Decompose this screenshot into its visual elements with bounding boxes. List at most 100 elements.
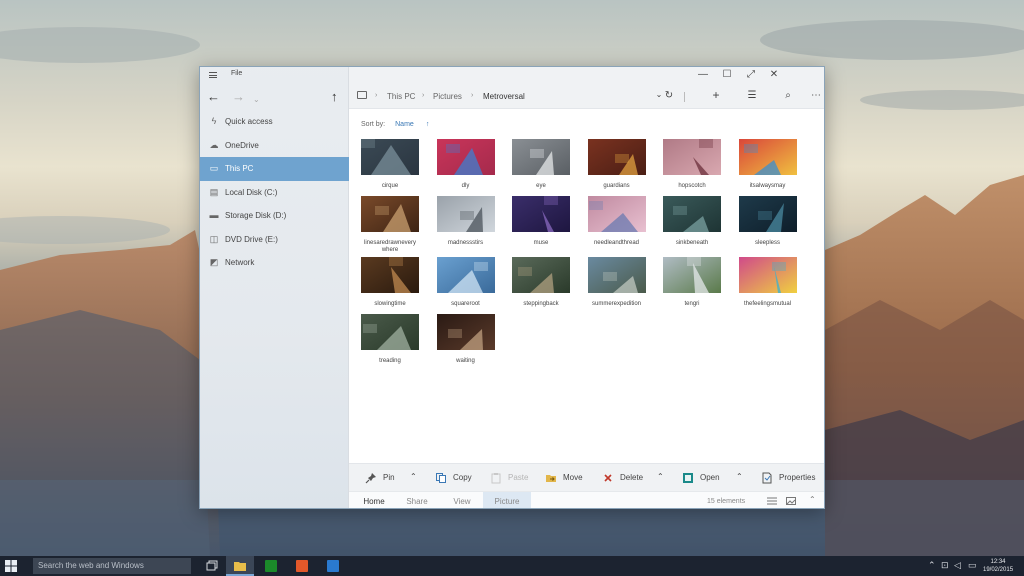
file-explorer-window: File ← → ⌄ ↑ ϟ Quick access ☁ OneDrive ▭ This… [199, 66, 825, 509]
collapse-chevron-icon[interactable]: ⌃ [736, 472, 743, 481]
nav-item-network[interactable]: ◩ Network [200, 251, 349, 275]
search-icon[interactable]: ⌕ [781, 90, 795, 101]
image-thumbnail [663, 196, 721, 232]
close-button[interactable]: ✕ [767, 69, 781, 80]
file-name: itsalwaysmay [749, 183, 786, 189]
file-item[interactable]: guardians [587, 139, 646, 191]
file-name: madnessstirs [447, 240, 484, 246]
forward-arrow-icon[interactable]: → [232, 89, 245, 105]
nav-item-label: OneDrive [225, 140, 259, 150]
taskbar-search-input[interactable]: Search the web and Windows [33, 558, 191, 574]
back-arrow-icon[interactable]: ← [207, 89, 220, 105]
calculator-icon [327, 560, 339, 572]
file-item[interactable]: hopscotch [663, 139, 721, 191]
file-item[interactable]: steppingback [512, 257, 570, 309]
nav-item-onedrive[interactable]: ☁ OneDrive [200, 134, 349, 158]
pin-icon [365, 473, 376, 484]
tab-view[interactable]: View [441, 492, 483, 508]
address-bar[interactable]: › This PC › Pictures › Metroversal ⌄ ↻ +… [349, 85, 824, 109]
more-options-icon[interactable]: ⋯ [809, 90, 823, 101]
file-item[interactable]: waiting [436, 314, 495, 366]
paste-label: Paste [508, 473, 529, 482]
task-view-button[interactable] [198, 556, 226, 576]
music-taskbar-button[interactable] [288, 556, 316, 576]
thumbnail-view-icon[interactable] [786, 497, 796, 505]
file-item[interactable]: itsalwaysmay [738, 139, 797, 191]
file-name: sinkbeneath [675, 240, 709, 246]
sort-field-button[interactable]: Name [395, 121, 414, 128]
delete-button[interactable]: Delete [602, 470, 643, 486]
nav-item-this-pc[interactable]: ▭ This PC [200, 157, 349, 181]
pin-button[interactable]: Pin [365, 470, 395, 486]
file-explorer-taskbar-button[interactable] [226, 556, 254, 576]
tab-share[interactable]: Share [396, 492, 438, 508]
network-icon: ◩ [209, 257, 219, 267]
file-item[interactable]: squareroot [436, 257, 495, 309]
breadcrumb-pictures[interactable]: Pictures [433, 92, 462, 101]
taskbar: Search the web and Windows ⌃ ⊡ ◁ ▭ 12:34… [0, 556, 1024, 576]
file-name: sleepless [754, 240, 780, 246]
nav-item-local-disk-c[interactable]: ▤ Local Disk (C:) [200, 181, 349, 205]
breadcrumb-separator-icon: › [375, 92, 378, 99]
nav-item-quick-access[interactable]: ϟ Quick access [200, 110, 349, 134]
move-button[interactable]: Move [545, 470, 583, 486]
tab-picture[interactable]: Picture [483, 492, 531, 508]
system-clock[interactable]: 12:34 19/02/2015 [983, 558, 1013, 574]
file-item[interactable]: thefeelingsmutual [738, 257, 797, 309]
task-view-icon [206, 560, 218, 571]
tab-home[interactable]: Home [354, 492, 394, 508]
image-thumbnail [512, 196, 570, 232]
network-icon[interactable]: ⊡ [941, 560, 949, 571]
file-item[interactable]: muse [512, 196, 570, 248]
show-hidden-icons-chevron-icon[interactable]: ⌃ [928, 560, 936, 571]
file-item[interactable]: summerexpedition [587, 257, 646, 309]
file-item[interactable]: eye [512, 139, 570, 191]
calculator-taskbar-button[interactable] [319, 556, 347, 576]
up-arrow-icon[interactable]: ↑ [331, 89, 338, 105]
minimize-button[interactable]: — [696, 69, 710, 80]
breadcrumb-this-pc[interactable]: This PC [387, 92, 415, 101]
action-center-icon[interactable]: ▭ [968, 560, 977, 571]
navigation-list: ϟ Quick access ☁ OneDrive ▭ This PC ▤ Local Dis… [200, 110, 349, 275]
breadcrumb-metroversal[interactable]: Metroversal [483, 92, 525, 101]
open-button[interactable]: Open [682, 470, 720, 486]
nav-item-dvd-drive-e[interactable]: ◫ DVD Drive (E:) [200, 228, 349, 252]
copy-button[interactable]: Copy [435, 470, 472, 486]
fullscreen-button[interactable]: ⤢ [744, 69, 758, 80]
file-item[interactable]: slowingtime [361, 257, 419, 309]
file-item[interactable]: linesaredrawnevery where [361, 196, 419, 253]
file-item[interactable]: cirque [361, 139, 419, 191]
file-item[interactable]: needleandthread [587, 196, 646, 248]
maximize-button[interactable]: ☐ [720, 69, 734, 80]
item-count: 15 elements [707, 498, 746, 505]
paste-button[interactable]: Paste [490, 470, 528, 486]
nav-item-label: Storage Disk (D:) [225, 211, 287, 220]
image-thumbnail [436, 196, 495, 232]
breadcrumb-separator-icon: › [471, 92, 474, 99]
file-item[interactable]: treading [361, 314, 419, 366]
file-item[interactable]: madnessstirs [436, 196, 495, 248]
file-menu[interactable]: File [231, 70, 242, 77]
collapse-ribbon-chevron-icon[interactable]: ⌃ [809, 495, 816, 504]
command-ribbon: Pin ⌃ Copy Paste Move Delete ⌃ Open ⌃ Pr… [349, 463, 824, 491]
select-list-icon[interactable]: ☰ [745, 90, 759, 101]
file-item[interactable]: dly [436, 139, 495, 191]
collapse-chevron-icon[interactable]: ⌃ [410, 472, 417, 481]
nav-item-label: DVD Drive (E:) [225, 234, 278, 244]
properties-button[interactable]: Properties [761, 470, 815, 486]
sort-direction-icon[interactable]: ↑ [426, 121, 430, 128]
details-view-icon[interactable] [767, 497, 777, 505]
file-name: waiting [456, 358, 475, 364]
xbox-taskbar-button[interactable] [257, 556, 285, 576]
file-item[interactable]: sleepless [738, 196, 797, 248]
windows-start-icon[interactable] [5, 560, 17, 572]
nav-item-storage-disk-d[interactable]: ▬ Storage Disk (D:) [200, 204, 349, 228]
volume-icon[interactable]: ◁ [954, 560, 961, 571]
hamburger-menu-icon[interactable] [209, 72, 217, 78]
collapse-chevron-icon[interactable]: ⌃ [657, 472, 664, 481]
recent-locations-chevron-icon[interactable]: ⌄ [253, 92, 260, 108]
file-item[interactable]: sinkbeneath [663, 196, 721, 248]
new-item-plus-icon[interactable]: + [709, 88, 723, 102]
refresh-icon[interactable]: ↻ [662, 90, 676, 101]
file-item[interactable]: tengri [663, 257, 721, 309]
